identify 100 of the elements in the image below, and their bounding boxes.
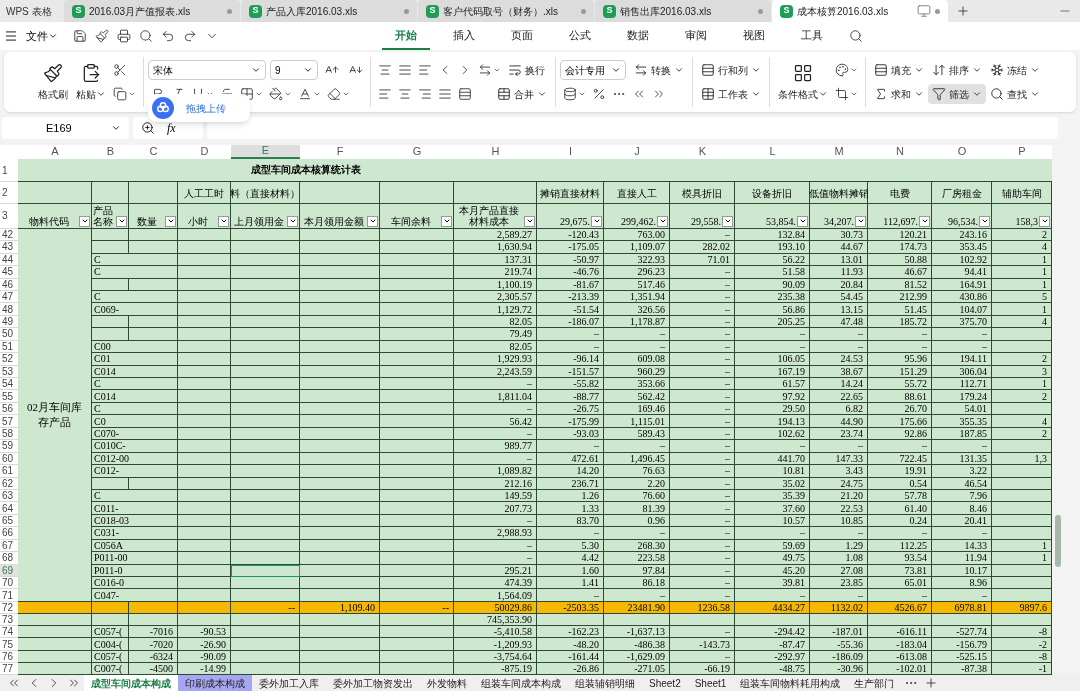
- table-cell: [178, 415, 231, 428]
- table-cell: [231, 328, 300, 341]
- sheet-tab[interactable]: Sheet2: [642, 675, 688, 691]
- column-header[interactable]: B: [92, 145, 129, 159]
- ribbon-tab[interactable]: 数据: [614, 22, 662, 50]
- paste-button[interactable]: 粘贴: [72, 57, 110, 107]
- row-number[interactable]: 66: [0, 527, 18, 540]
- row-number[interactable]: 59: [0, 440, 18, 453]
- sum-button[interactable]: 求和: [870, 84, 928, 104]
- column-header[interactable]: N: [868, 145, 932, 159]
- filter-dropdown[interactable]: [722, 215, 733, 227]
- column-header[interactable]: E: [231, 145, 300, 159]
- filter-dropdown[interactable]: [591, 215, 602, 227]
- column-header[interactable]: H: [454, 145, 537, 159]
- row-number[interactable]: 70: [0, 577, 18, 590]
- row-number[interactable]: 74: [0, 626, 18, 639]
- file-tab[interactable]: S 2016.03月产值报表.xls: [64, 0, 240, 22]
- column-header[interactable]: I: [537, 145, 604, 159]
- merge-button[interactable]: 合并: [493, 84, 551, 104]
- filter-dropdown[interactable]: [116, 215, 127, 227]
- file-menu[interactable]: 文件: [22, 27, 62, 45]
- ribbon-tab[interactable]: 页面: [498, 22, 546, 50]
- sheet-tab[interactable]: 委外加工物资发出: [326, 675, 420, 691]
- file-tab[interactable]: S 销售出库2016.03.xls: [595, 0, 771, 22]
- fill-button[interactable]: 填充: [870, 60, 928, 80]
- sheet-tab[interactable]: 组装辅销明细: [568, 675, 642, 691]
- row-number[interactable]: 71: [0, 589, 18, 602]
- row-number[interactable]: 54: [0, 378, 18, 391]
- worksheet-button[interactable]: 工作表: [697, 84, 765, 104]
- ribbon-tab[interactable]: 公式: [556, 22, 604, 50]
- cell-reference-field[interactable]: E169: [2, 117, 129, 139]
- filter-dropdown[interactable]: [657, 215, 668, 227]
- row-number[interactable]: 55: [0, 390, 18, 403]
- sheet-tab[interactable]: 委外加工入库: [252, 675, 326, 691]
- find-button[interactable]: 查找: [986, 84, 1044, 104]
- row-number[interactable]: 45: [0, 266, 18, 279]
- column-header[interactable]: O: [932, 145, 992, 159]
- filter-dropdown[interactable]: [218, 215, 229, 227]
- convert-button[interactable]: 转换: [630, 60, 688, 80]
- row-number[interactable]: 73: [0, 614, 18, 627]
- file-tab[interactable]: S 客户代码取号（财务）.xls: [418, 0, 594, 22]
- row-number[interactable]: 52: [0, 353, 18, 366]
- ribbon-tab[interactable]: 视图: [730, 22, 778, 50]
- row-number[interactable]: 50: [0, 328, 18, 341]
- ribbon-tab[interactable]: 插入: [440, 22, 488, 50]
- sort-button[interactable]: 排序: [928, 60, 986, 80]
- number-format-select[interactable]: 会计专用: [560, 60, 626, 80]
- formula-input[interactable]: [207, 117, 1058, 139]
- row-number[interactable]: 75: [0, 638, 18, 651]
- ribbon-tab[interactable]: 工具: [788, 22, 836, 50]
- column-header[interactable]: M: [810, 145, 868, 159]
- ribbon-tab[interactable]: 开始: [382, 22, 430, 50]
- column-header[interactable]: J: [604, 145, 670, 159]
- column-header[interactable]: F: [300, 145, 380, 159]
- row-number[interactable]: 43: [0, 241, 18, 254]
- column-header[interactable]: A: [18, 145, 92, 159]
- filter-dropdown[interactable]: [524, 215, 535, 227]
- format-painter-button[interactable]: 格式刷: [34, 57, 72, 107]
- filter-dropdown[interactable]: [287, 215, 298, 227]
- scrollbar-thumb[interactable]: [1055, 515, 1061, 567]
- rows-columns-button[interactable]: 行和列: [697, 60, 765, 80]
- column-header[interactable]: L: [735, 145, 810, 159]
- column-header[interactable]: D: [178, 145, 231, 159]
- ribbon-tab[interactable]: 审阅: [672, 22, 720, 50]
- sheet-tab[interactable]: 成型车间成本构成: [84, 675, 178, 691]
- row-number[interactable]: 64: [0, 502, 18, 515]
- filter-dropdown[interactable]: [979, 215, 990, 227]
- font-size-select[interactable]: 9: [270, 60, 318, 80]
- filter-dropdown[interactable]: [855, 215, 866, 227]
- file-name: 产品入库2016.03.xls: [266, 4, 359, 19]
- row-number[interactable]: 57: [0, 415, 18, 428]
- column-header[interactable]: P: [992, 145, 1052, 159]
- sheet-tab[interactable]: 组装车间成本构成: [474, 675, 568, 691]
- upload-popup[interactable]: 拖拽上传: [148, 94, 250, 122]
- filter-dropdown[interactable]: [797, 215, 808, 227]
- sheet-tab[interactable]: 印刷成本构成: [178, 675, 252, 691]
- sheet-tab[interactable]: 生产部门: [847, 675, 902, 691]
- column-header[interactable]: K: [670, 145, 735, 159]
- wrap-button[interactable]: 换行: [504, 60, 549, 80]
- file-tab[interactable]: S 产品入库2016.03.xls: [241, 0, 417, 22]
- filter-dropdown[interactable]: [1039, 215, 1050, 227]
- font-select[interactable]: 宋体: [148, 60, 266, 80]
- conditional-format-button[interactable]: 条件格式: [774, 57, 832, 107]
- sheet-tab[interactable]: 组装车间物料耗用构成: [733, 675, 848, 691]
- filter-dropdown[interactable]: [441, 215, 452, 227]
- row-number[interactable]: 68: [0, 552, 18, 565]
- filter-button[interactable]: 筛选: [928, 84, 986, 104]
- sheet-tab[interactable]: 外发物料: [420, 675, 474, 691]
- table-cell: [129, 328, 178, 341]
- filter-dropdown[interactable]: [165, 215, 176, 227]
- sheet-tab[interactable]: Sheet1: [687, 675, 734, 691]
- freeze-button[interactable]: 冻结: [986, 60, 1044, 80]
- filter-dropdown[interactable]: [367, 215, 378, 227]
- filter-dropdown[interactable]: [79, 215, 90, 227]
- filter-dropdown[interactable]: [919, 215, 930, 227]
- file-tab[interactable]: S 成本核算2016.03.xls: [772, 0, 948, 22]
- row-number[interactable]: 61: [0, 465, 18, 478]
- column-header[interactable]: G: [380, 145, 454, 159]
- row-number[interactable]: 48: [0, 303, 18, 316]
- column-header[interactable]: C: [129, 145, 178, 159]
